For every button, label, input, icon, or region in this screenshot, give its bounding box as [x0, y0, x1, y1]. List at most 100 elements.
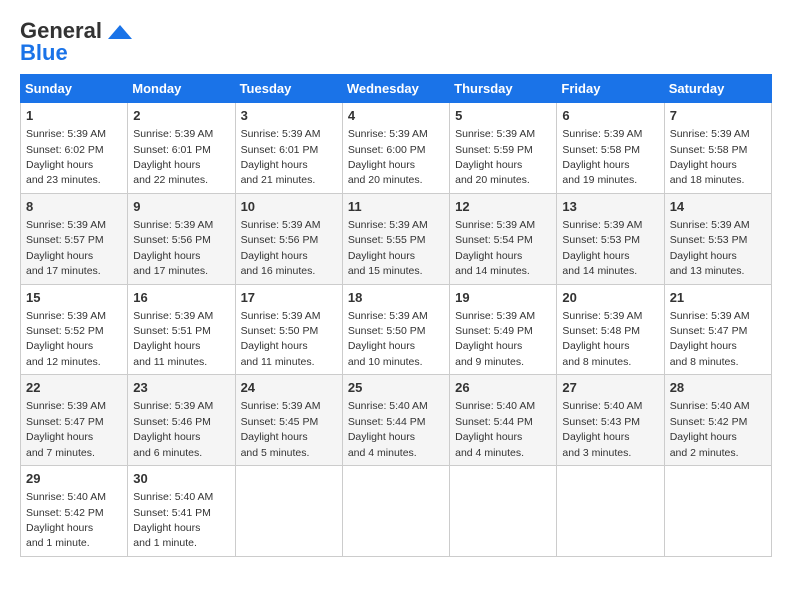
- day-info: Sunrise: 5:39 AMSunset: 5:47 PMDaylight …: [670, 310, 750, 368]
- day-info: Sunrise: 5:39 AMSunset: 5:46 PMDaylight …: [133, 400, 213, 458]
- day-info: Sunrise: 5:39 AMSunset: 6:02 PMDaylight …: [26, 128, 106, 186]
- day-info: Sunrise: 5:39 AMSunset: 6:01 PMDaylight …: [241, 128, 321, 186]
- day-info: Sunrise: 5:39 AMSunset: 5:50 PMDaylight …: [241, 310, 321, 368]
- day-info: Sunrise: 5:40 AMSunset: 5:44 PMDaylight …: [455, 400, 535, 458]
- day-number: 11: [348, 198, 444, 216]
- day-info: Sunrise: 5:39 AMSunset: 5:53 PMDaylight …: [670, 219, 750, 277]
- page-header: General Blue: [20, 20, 772, 64]
- day-info: Sunrise: 5:40 AMSunset: 5:42 PMDaylight …: [26, 491, 106, 549]
- calendar-cell: 4 Sunrise: 5:39 AMSunset: 6:00 PMDayligh…: [342, 103, 449, 194]
- day-info: Sunrise: 5:39 AMSunset: 5:58 PMDaylight …: [562, 128, 642, 186]
- day-number: 13: [562, 198, 658, 216]
- calendar-cell: 21 Sunrise: 5:39 AMSunset: 5:47 PMDaylig…: [664, 284, 771, 375]
- calendar-cell: 11 Sunrise: 5:39 AMSunset: 5:55 PMDaylig…: [342, 193, 449, 284]
- calendar-cell: 24 Sunrise: 5:39 AMSunset: 5:45 PMDaylig…: [235, 375, 342, 466]
- day-info: Sunrise: 5:39 AMSunset: 5:55 PMDaylight …: [348, 219, 428, 277]
- calendar-cell: 5 Sunrise: 5:39 AMSunset: 5:59 PMDayligh…: [450, 103, 557, 194]
- day-info: Sunrise: 5:39 AMSunset: 5:49 PMDaylight …: [455, 310, 535, 368]
- day-number: 19: [455, 289, 551, 307]
- calendar-cell: 14 Sunrise: 5:39 AMSunset: 5:53 PMDaylig…: [664, 193, 771, 284]
- day-number: 1: [26, 107, 122, 125]
- calendar-cell: 8 Sunrise: 5:39 AMSunset: 5:57 PMDayligh…: [21, 193, 128, 284]
- calendar-cell: 16 Sunrise: 5:39 AMSunset: 5:51 PMDaylig…: [128, 284, 235, 375]
- day-number: 8: [26, 198, 122, 216]
- day-number: 2: [133, 107, 229, 125]
- calendar-week-1: 1 Sunrise: 5:39 AMSunset: 6:02 PMDayligh…: [21, 103, 772, 194]
- day-info: Sunrise: 5:40 AMSunset: 5:42 PMDaylight …: [670, 400, 750, 458]
- calendar-cell: [557, 466, 664, 557]
- calendar-cell: 22 Sunrise: 5:39 AMSunset: 5:47 PMDaylig…: [21, 375, 128, 466]
- calendar-cell: 25 Sunrise: 5:40 AMSunset: 5:44 PMDaylig…: [342, 375, 449, 466]
- day-info: Sunrise: 5:39 AMSunset: 5:52 PMDaylight …: [26, 310, 106, 368]
- weekday-friday: Friday: [557, 75, 664, 103]
- calendar-cell: 26 Sunrise: 5:40 AMSunset: 5:44 PMDaylig…: [450, 375, 557, 466]
- weekday-thursday: Thursday: [450, 75, 557, 103]
- calendar-cell: 2 Sunrise: 5:39 AMSunset: 6:01 PMDayligh…: [128, 103, 235, 194]
- day-number: 14: [670, 198, 766, 216]
- day-info: Sunrise: 5:40 AMSunset: 5:44 PMDaylight …: [348, 400, 428, 458]
- calendar-cell: 23 Sunrise: 5:39 AMSunset: 5:46 PMDaylig…: [128, 375, 235, 466]
- day-number: 17: [241, 289, 337, 307]
- calendar-body: 1 Sunrise: 5:39 AMSunset: 6:02 PMDayligh…: [21, 103, 772, 557]
- day-info: Sunrise: 5:39 AMSunset: 5:48 PMDaylight …: [562, 310, 642, 368]
- day-number: 23: [133, 379, 229, 397]
- calendar-cell: 29 Sunrise: 5:40 AMSunset: 5:42 PMDaylig…: [21, 466, 128, 557]
- calendar-cell: 13 Sunrise: 5:39 AMSunset: 5:53 PMDaylig…: [557, 193, 664, 284]
- day-info: Sunrise: 5:39 AMSunset: 5:47 PMDaylight …: [26, 400, 106, 458]
- calendar-cell: 30 Sunrise: 5:40 AMSunset: 5:41 PMDaylig…: [128, 466, 235, 557]
- day-number: 9: [133, 198, 229, 216]
- day-number: 22: [26, 379, 122, 397]
- calendar-cell: 9 Sunrise: 5:39 AMSunset: 5:56 PMDayligh…: [128, 193, 235, 284]
- day-number: 5: [455, 107, 551, 125]
- logo: General Blue: [20, 20, 134, 64]
- calendar-cell: [664, 466, 771, 557]
- day-info: Sunrise: 5:39 AMSunset: 5:53 PMDaylight …: [562, 219, 642, 277]
- day-number: 3: [241, 107, 337, 125]
- calendar-cell: 1 Sunrise: 5:39 AMSunset: 6:02 PMDayligh…: [21, 103, 128, 194]
- calendar-cell: 10 Sunrise: 5:39 AMSunset: 5:56 PMDaylig…: [235, 193, 342, 284]
- calendar-cell: [450, 466, 557, 557]
- calendar-cell: 18 Sunrise: 5:39 AMSunset: 5:50 PMDaylig…: [342, 284, 449, 375]
- calendar-week-3: 15 Sunrise: 5:39 AMSunset: 5:52 PMDaylig…: [21, 284, 772, 375]
- day-number: 24: [241, 379, 337, 397]
- day-info: Sunrise: 5:40 AMSunset: 5:43 PMDaylight …: [562, 400, 642, 458]
- calendar-week-2: 8 Sunrise: 5:39 AMSunset: 5:57 PMDayligh…: [21, 193, 772, 284]
- day-info: Sunrise: 5:39 AMSunset: 5:50 PMDaylight …: [348, 310, 428, 368]
- day-info: Sunrise: 5:39 AMSunset: 5:58 PMDaylight …: [670, 128, 750, 186]
- day-info: Sunrise: 5:39 AMSunset: 5:57 PMDaylight …: [26, 219, 106, 277]
- calendar-cell: 19 Sunrise: 5:39 AMSunset: 5:49 PMDaylig…: [450, 284, 557, 375]
- calendar-week-4: 22 Sunrise: 5:39 AMSunset: 5:47 PMDaylig…: [21, 375, 772, 466]
- logo-icon: [104, 21, 134, 41]
- day-number: 20: [562, 289, 658, 307]
- day-number: 16: [133, 289, 229, 307]
- day-number: 10: [241, 198, 337, 216]
- calendar-table: SundayMondayTuesdayWednesdayThursdayFrid…: [20, 74, 772, 557]
- day-info: Sunrise: 5:39 AMSunset: 6:01 PMDaylight …: [133, 128, 213, 186]
- calendar-cell: 12 Sunrise: 5:39 AMSunset: 5:54 PMDaylig…: [450, 193, 557, 284]
- weekday-saturday: Saturday: [664, 75, 771, 103]
- day-info: Sunrise: 5:39 AMSunset: 5:59 PMDaylight …: [455, 128, 535, 186]
- weekday-header-row: SundayMondayTuesdayWednesdayThursdayFrid…: [21, 75, 772, 103]
- day-number: 6: [562, 107, 658, 125]
- day-number: 15: [26, 289, 122, 307]
- day-number: 4: [348, 107, 444, 125]
- day-number: 29: [26, 470, 122, 488]
- day-number: 7: [670, 107, 766, 125]
- calendar-cell: 3 Sunrise: 5:39 AMSunset: 6:01 PMDayligh…: [235, 103, 342, 194]
- logo-text: General: [20, 20, 102, 42]
- calendar-cell: 6 Sunrise: 5:39 AMSunset: 5:58 PMDayligh…: [557, 103, 664, 194]
- day-number: 26: [455, 379, 551, 397]
- day-info: Sunrise: 5:39 AMSunset: 5:56 PMDaylight …: [133, 219, 213, 277]
- calendar-cell: 27 Sunrise: 5:40 AMSunset: 5:43 PMDaylig…: [557, 375, 664, 466]
- day-number: 25: [348, 379, 444, 397]
- calendar-cell: 20 Sunrise: 5:39 AMSunset: 5:48 PMDaylig…: [557, 284, 664, 375]
- calendar-week-5: 29 Sunrise: 5:40 AMSunset: 5:42 PMDaylig…: [21, 466, 772, 557]
- day-number: 27: [562, 379, 658, 397]
- day-number: 18: [348, 289, 444, 307]
- day-info: Sunrise: 5:39 AMSunset: 5:45 PMDaylight …: [241, 400, 321, 458]
- day-info: Sunrise: 5:39 AMSunset: 6:00 PMDaylight …: [348, 128, 428, 186]
- day-number: 21: [670, 289, 766, 307]
- day-number: 28: [670, 379, 766, 397]
- calendar-cell: [235, 466, 342, 557]
- calendar-cell: 28 Sunrise: 5:40 AMSunset: 5:42 PMDaylig…: [664, 375, 771, 466]
